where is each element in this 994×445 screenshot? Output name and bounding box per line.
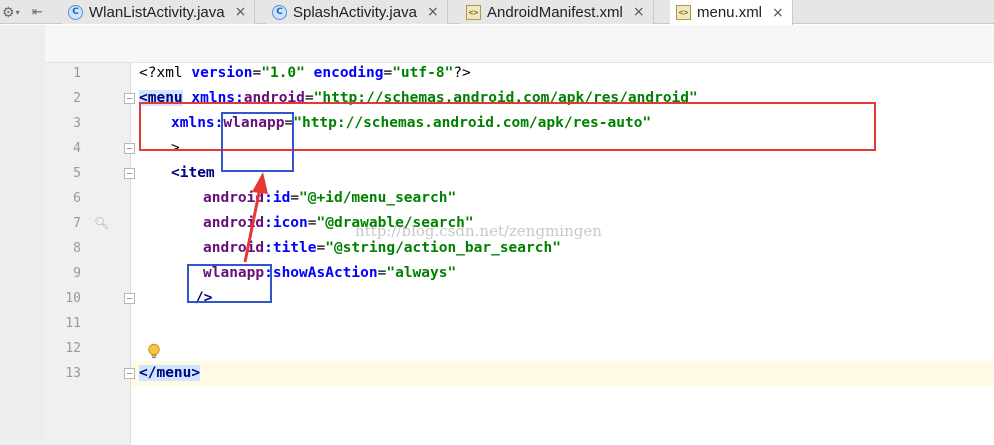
red-arrow	[243, 172, 268, 263]
